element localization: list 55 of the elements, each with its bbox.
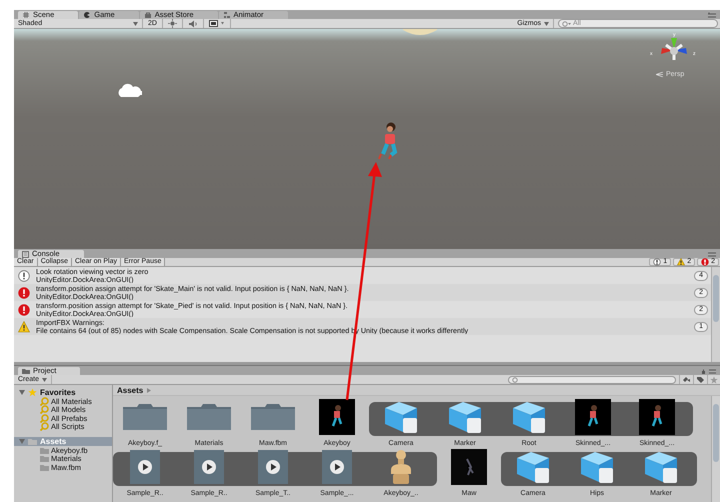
sun-icon [168,19,177,28]
search-field[interactable] [508,376,676,384]
warning-icon [677,258,686,266]
folder-icon [186,403,232,431]
perspective-icon [656,72,664,77]
search-icon [40,414,49,423]
tree-item[interactable]: Favorites [14,388,112,397]
expanded-arrow-icon [19,390,25,395]
search-icon [40,405,49,414]
mannequin-icon [388,449,414,485]
character-thumbnail [639,399,675,435]
expanded-arrow-icon [19,439,25,444]
error-icon [18,286,30,298]
shapes-icon [682,376,690,383]
camera-handle-icon [403,29,437,35]
search-icon [40,422,49,432]
breadcrumb[interactable]: Assets [117,386,144,394]
caret-icon [42,378,48,382]
filter-type-button[interactable] [679,375,692,384]
error-icon [18,304,30,316]
character-thumbnail [319,399,355,435]
nodes-icon [222,11,230,19]
character-thumbnail [451,449,487,485]
chevron-icon [147,388,152,392]
info-icon [18,270,30,282]
speaker-icon [188,20,198,28]
play-icon [130,450,160,484]
image-icon [208,20,225,27]
star-icon [28,388,37,397]
filter-label-button[interactable] [693,375,706,384]
scrollbar[interactable] [711,267,720,362]
search-icon [40,396,49,406]
menu-icon [707,12,717,19]
scrollbar[interactable] [711,396,720,502]
search-icon [562,20,571,26]
character-thumbnail [575,399,611,435]
grid-icon [22,11,30,19]
scrollbar-thumb[interactable] [713,404,719,462]
menu-icon [707,251,717,258]
console-icon [22,250,29,258]
caret-icon [133,22,138,26]
play-icon [322,450,352,484]
play-icon [258,450,288,484]
scrollbar-thumb[interactable] [713,275,719,322]
folder-icon [250,403,296,431]
play-icon [194,450,224,484]
warning-icon [18,320,30,332]
bag-icon [144,11,152,19]
folder-icon [122,403,168,431]
lock-menu-icon [701,368,717,375]
info-icon [653,258,662,266]
error-icon [701,258,710,266]
pacman-icon [83,11,92,19]
search-icon [512,376,519,382]
caret-icon [544,22,549,26]
